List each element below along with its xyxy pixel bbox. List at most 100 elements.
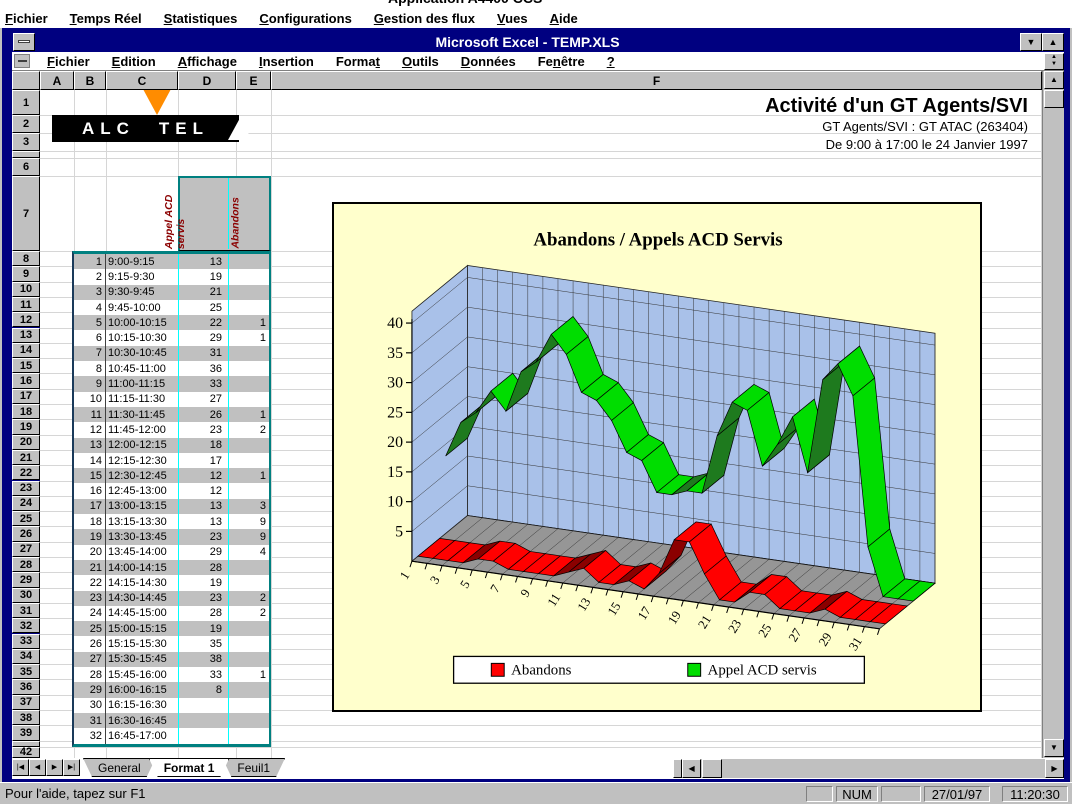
row-header-27[interactable]: 27 xyxy=(12,542,40,557)
table-cell: 12 xyxy=(178,468,228,483)
document-control-menu-icon[interactable] xyxy=(14,54,30,68)
row-header-36[interactable]: 36 xyxy=(12,679,40,694)
col-header-E[interactable]: E xyxy=(236,71,271,90)
sheet-tab-feuil1[interactable]: Feuil1 xyxy=(222,758,285,777)
row-header-hidden-3[interactable] xyxy=(12,151,40,158)
app-menu-temps-r-el[interactable]: Temps Réel xyxy=(59,11,153,26)
excel-menu-format[interactable]: Format xyxy=(325,54,391,69)
excel-menu-edition[interactable]: Edition xyxy=(101,54,167,69)
scroll-down-icon[interactable]: ▼ xyxy=(1044,739,1064,757)
control-menu-icon[interactable] xyxy=(13,33,35,51)
row-header-17[interactable]: 17 xyxy=(12,389,40,404)
row-header-14[interactable]: 14 xyxy=(12,343,40,358)
svg-text:17: 17 xyxy=(635,604,654,623)
row-header-19[interactable]: 19 xyxy=(12,419,40,434)
col-header-C[interactable]: C xyxy=(106,71,178,90)
row-header-38[interactable]: 38 xyxy=(12,710,40,725)
col-header-D[interactable]: D xyxy=(178,71,236,90)
table-cell xyxy=(228,560,269,575)
row-header-20[interactable]: 20 xyxy=(12,435,40,450)
row-header-42[interactable]: 42 xyxy=(12,747,40,758)
scroll-up-icon[interactable]: ▲ xyxy=(1044,71,1064,89)
row-header-25[interactable]: 25 xyxy=(12,511,40,526)
row-header-12[interactable]: 12 xyxy=(12,312,40,327)
app-menu-vues[interactable]: Vues xyxy=(486,11,539,26)
table-row: 1312:00-12:1518 xyxy=(74,438,269,453)
row-header-29[interactable]: 29 xyxy=(12,572,40,587)
col-header-B[interactable]: B xyxy=(74,71,106,90)
status-date: 27/01/97 xyxy=(924,786,990,802)
row-header-2[interactable]: 2 xyxy=(12,115,40,133)
vscroll-thumb[interactable] xyxy=(1044,90,1064,108)
row-header-21[interactable]: 21 xyxy=(12,450,40,465)
row-header-3[interactable]: 3 xyxy=(12,133,40,151)
row-header-13[interactable]: 13 xyxy=(12,328,40,343)
sheet-tab-general[interactable]: General xyxy=(83,758,156,777)
vertical-scrollbar[interactable]: ▲ ▼ xyxy=(1042,71,1064,758)
app-menu-aide[interactable]: Aide xyxy=(539,11,589,26)
excel-menu-donn-es[interactable]: Données xyxy=(450,54,527,69)
table-cell: 9 xyxy=(228,529,269,544)
table-cell: 27 xyxy=(178,392,228,407)
row-header-6[interactable]: 6 xyxy=(12,158,40,176)
sheet-grid[interactable]: Activité d'un GT Agents/SVI GT Agents/SV… xyxy=(40,90,1042,758)
row-header-15[interactable]: 15 xyxy=(12,358,40,373)
excel-titlebar[interactable]: Microsoft Excel - TEMP.XLS ▼ ▲ xyxy=(12,31,1064,52)
row-header-22[interactable]: 22 xyxy=(12,465,40,480)
table-cell: 13 xyxy=(178,254,228,269)
app-menu-gestion-des-flux[interactable]: Gestion des flux xyxy=(363,11,486,26)
row-header-33[interactable]: 33 xyxy=(12,634,40,649)
row-header-11[interactable]: 11 xyxy=(12,297,40,312)
row-header-8[interactable]: 8 xyxy=(12,251,40,266)
row-header-31[interactable]: 31 xyxy=(12,603,40,618)
app-menu-statistiques[interactable]: Statistiques xyxy=(153,11,249,26)
tab-last-icon[interactable]: ▶| xyxy=(63,759,80,776)
row-header-9[interactable]: 9 xyxy=(12,266,40,281)
row-header-35[interactable]: 35 xyxy=(12,664,40,679)
excel-menu-?[interactable]: ? xyxy=(596,54,626,69)
row-header-34[interactable]: 34 xyxy=(12,649,40,664)
table-row: 2114:00-14:1528 xyxy=(74,560,269,575)
maximize-button[interactable]: ▲ xyxy=(1042,33,1064,51)
row-header-24[interactable]: 24 xyxy=(12,496,40,511)
tab-next-icon[interactable]: ▶ xyxy=(46,759,63,776)
sheet-tab-format-1[interactable]: Format 1 xyxy=(149,758,230,777)
table-row: 3216:45-17:00 xyxy=(74,728,269,743)
app-menu-fichier[interactable]: Fichier xyxy=(0,11,59,26)
table-cell: 12:15-12:30 xyxy=(106,453,178,468)
row-header-32[interactable]: 32 xyxy=(12,618,40,633)
excel-menu-fichier[interactable]: Fichier xyxy=(36,54,101,69)
tab-prev-icon[interactable]: ◀ xyxy=(29,759,46,776)
excel-menu-fen-tre[interactable]: Fenêtre xyxy=(527,54,596,69)
excel-menu-affichage[interactable]: Affichage xyxy=(167,54,248,69)
row-header-1[interactable]: 1 xyxy=(12,90,40,115)
scroll-right-icon[interactable]: ▶ xyxy=(1045,759,1064,778)
table-cell: 25 xyxy=(178,300,228,315)
parent-title-text: Application A4400 CCS xyxy=(388,0,542,6)
row-header-16[interactable]: 16 xyxy=(12,373,40,388)
minimize-button[interactable]: ▼ xyxy=(1020,33,1042,51)
col-header-F[interactable]: F xyxy=(271,71,1042,90)
chart-object[interactable]: 5101520253035401357911131517192123252729… xyxy=(332,202,982,712)
row-header-18[interactable]: 18 xyxy=(12,404,40,419)
row-header-37[interactable]: 37 xyxy=(12,695,40,710)
horizontal-scrollbar[interactable]: ◀ ▶ xyxy=(682,759,1064,778)
row-header-10[interactable]: 10 xyxy=(12,282,40,297)
row-header-7[interactable]: 7 xyxy=(12,176,40,251)
excel-menu-outils[interactable]: Outils xyxy=(391,54,450,69)
tab-first-icon[interactable]: |◀ xyxy=(12,759,29,776)
excel-menu-insertion[interactable]: Insertion xyxy=(248,54,325,69)
table-cell: 2 xyxy=(228,591,269,606)
split-button[interactable]: ▲▼ xyxy=(1044,53,1064,70)
tab-split-handle[interactable] xyxy=(673,759,682,778)
col-header-A[interactable]: A xyxy=(40,71,74,90)
hscroll-thumb[interactable] xyxy=(702,759,722,778)
row-header-28[interactable]: 28 xyxy=(12,557,40,572)
table-cell: 3 xyxy=(228,499,269,514)
scroll-left-icon[interactable]: ◀ xyxy=(682,759,701,778)
row-header-26[interactable]: 26 xyxy=(12,526,40,541)
app-menu-configurations[interactable]: Configurations xyxy=(248,11,362,26)
row-header-39[interactable]: 39 xyxy=(12,725,40,740)
row-header-23[interactable]: 23 xyxy=(12,481,40,496)
row-header-30[interactable]: 30 xyxy=(12,588,40,603)
